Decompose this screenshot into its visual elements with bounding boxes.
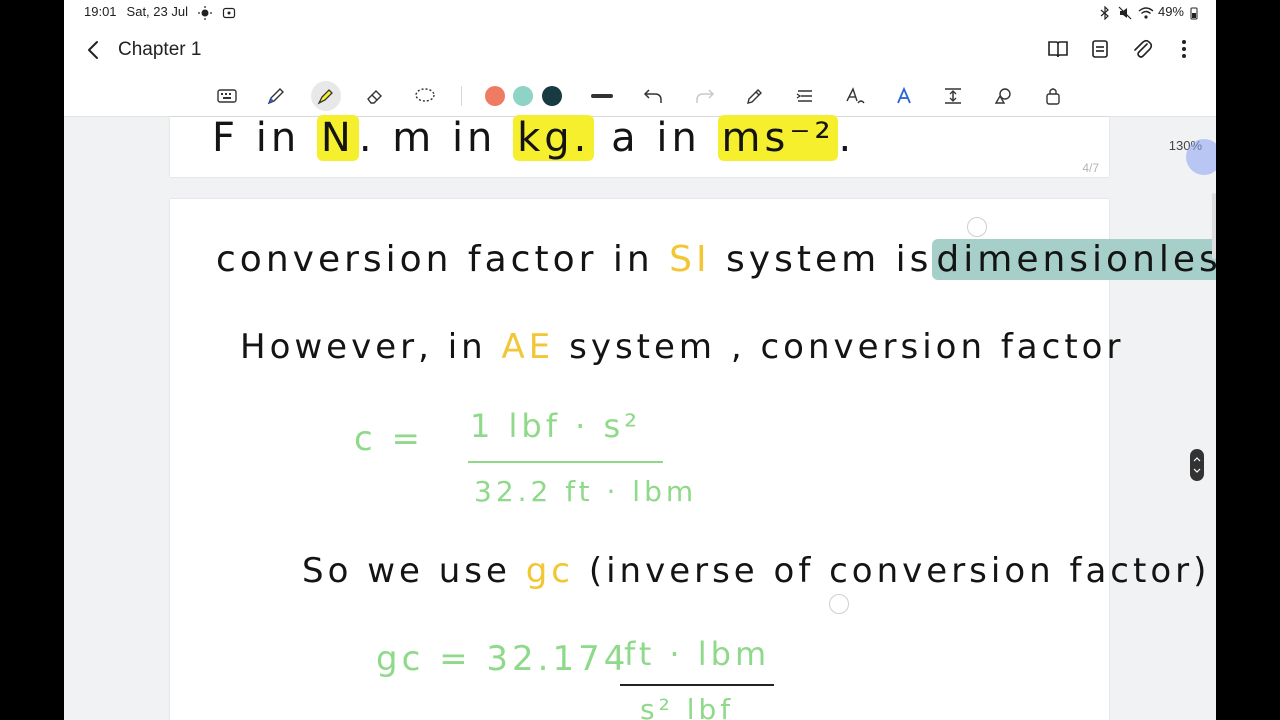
toolbar-divider [461,86,462,106]
lasso-icon[interactable] [413,84,437,108]
stroke-width-icon[interactable] [590,84,614,108]
wifi-icon [1138,6,1154,19]
mute-icon [1118,6,1132,19]
highlight-dimensionless: dimensionless. [932,239,1216,280]
previous-page: F in N. m in kg. a in ms⁻². 4/7 [170,115,1109,177]
color-swatch-mint[interactable] [513,86,533,106]
note-canvas[interactable]: F in N. m in kg. a in ms⁻². 4/7 conversi… [64,115,1216,720]
battery-level: 49% [1157,4,1184,19]
insert-space-icon[interactable] [941,84,965,108]
color-swatch-dark-teal[interactable] [542,86,562,106]
formula-c-lhs: c = [354,419,424,459]
formula-c-fraction-bar [468,461,663,463]
lock-icon[interactable] [1041,84,1065,108]
formula-gc-fraction-bar [620,684,774,686]
handwriting-to-text-icon[interactable] [843,84,867,108]
battery-icon [1190,6,1204,19]
title-bar: Chapter 1 [64,24,1216,76]
line-however: However, in AE system , conversion facto… [240,327,1125,367]
cursor-ring-2 [829,594,849,614]
fast-scroll-handle[interactable] [1190,449,1204,481]
page-list-icon[interactable] [1088,37,1112,61]
formula-gc-numerator: ft · lbm [624,635,771,673]
more-options-icon[interactable] [1172,37,1196,61]
highlight-n: N [316,115,359,161]
si-label: SI [669,239,711,280]
status-bar: 19:01 Sat, 23 Jul 49% [64,0,1216,24]
prev-page-handwriting: F in N. m in kg. a in ms⁻². [212,115,856,161]
keyboard-icon[interactable] [215,84,239,108]
pencil-edit-icon[interactable] [743,84,767,108]
shapes-icon[interactable] [991,84,1015,108]
highlight-ms: ms⁻² [717,115,839,161]
brightness-icon [197,5,212,20]
app-screen: 19:01 Sat, 23 Jul 49% Chapter 1 F in N .… [64,0,1216,720]
color-swatch-coral[interactable] [485,86,505,106]
eraser-icon[interactable] [363,84,387,108]
floating-pen-button[interactable] [1186,139,1216,175]
gc-label: gc [525,551,574,591]
redo-icon[interactable] [693,84,717,108]
note-title[interactable]: Chapter 1 [118,39,201,61]
status-time: 19:01 [84,4,117,19]
formula-gc-lhs: gc = 32.174 [376,639,630,679]
undo-icon[interactable] [641,84,665,108]
screenshot-icon [222,6,236,18]
formula-c-numerator: 1 lbf · s² [470,407,642,445]
line-so-we-use: So we use gc (inverse of conversion fact… [302,551,1211,591]
pen-icon[interactable] [264,84,288,108]
book-view-icon[interactable] [1046,37,1070,61]
highlight-kg: kg. [513,115,595,161]
attach-icon[interactable] [1130,37,1154,61]
scroll-track [1212,193,1216,259]
formula-c-denominator: 32.2 ft · lbm [474,475,698,508]
current-page: conversion factor in SI system is dimensi… [170,199,1216,720]
status-date: Sat, 23 Jul [126,4,188,19]
formula-gc-denominator: s² lbf [640,693,735,720]
bluetooth-off-icon [1098,5,1112,20]
line-conversion-factor: conversion factor in SI system is dimensi… [216,239,1216,280]
text-align-icon[interactable] [793,84,817,108]
page-indicator: 4/7 [1082,161,1099,175]
ae-label: AE [501,327,555,367]
text-style-icon[interactable] [892,84,916,108]
pen-toolbar [64,76,1216,117]
back-arrow-icon[interactable] [82,38,106,62]
highlighter-icon[interactable] [311,81,341,111]
cursor-ring [967,217,987,237]
